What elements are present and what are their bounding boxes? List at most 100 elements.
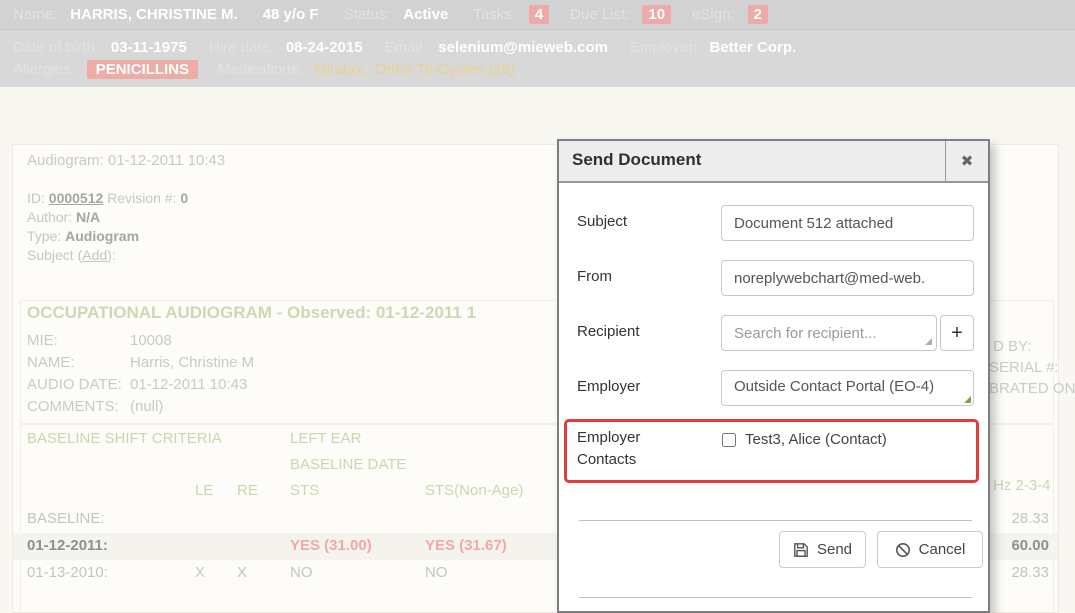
audio-date-label: AUDIO DATE: [27,376,122,393]
type-label: Type: [27,228,61,244]
table-row-label: BASELINE: [27,510,105,527]
sts-cell: YES (31.00) [290,537,372,554]
cancel-button[interactable]: Cancel [877,531,983,568]
allergies-medications-row: Allergies: PENICILLINS Medications: Mira… [13,60,1075,79]
document-subject-line: Subject (Add): [27,247,116,263]
re-cell: X [237,564,247,581]
right-column-heading: Hz 2-3-4 [993,477,1051,494]
document-type-line: Type: Audiogram [27,228,139,244]
employer-contact-checkbox[interactable] [722,433,736,447]
revision-value: 0 [180,190,188,206]
patient-age-sex: 48 y/o F [263,6,319,23]
medication-link[interactable]: Miralax, [314,61,367,78]
subject-input[interactable] [721,205,974,241]
dob-value: 03-11-1975 [111,39,187,56]
demographics-row: Date of birth: 03-11-1975 Hire date: 08-… [13,39,1075,56]
send-button-label: Send [817,541,852,558]
send-button[interactable]: Send [779,531,866,568]
medication-link[interactable]: Ortho Tri-Cyclen (28) [375,61,515,78]
author-label: Author: [27,209,72,225]
col-header-sts-non-age: STS(Non-Age) [425,482,523,499]
dob-label: Date of birth: [13,39,99,56]
type-value: Audiogram [65,228,139,244]
document-id-link[interactable]: 0000512 [49,190,104,206]
allergy-badge[interactable]: PENICILLINS [87,60,198,79]
subject-suffix: ): [107,247,116,263]
from-input[interactable] [721,260,974,296]
employer-contact-option-label: Test3, Alice (Contact) [745,431,887,448]
tasks-label: Tasks: [473,6,516,23]
table-row-right-value: 60.00 [985,537,1049,554]
close-icon: ✖ [961,152,974,170]
baseline-section-title: BASELINE SHIFT CRITERIA [27,430,222,447]
table-row-label: 01-12-2011: [27,537,108,554]
email-value: selenium@mieweb.com [438,39,608,56]
email-label: Email: [385,39,427,56]
comments-value: (null) [130,398,163,415]
medications-label: Medications: [218,61,302,78]
select-corner-icon [964,396,971,403]
sts-non-age-cell: NO [425,564,448,581]
employer-selected-value: Outside Contact Portal (EO-4) [734,378,934,395]
author-value: N/A [76,209,100,225]
mie-label: MIE: [27,332,58,349]
due-list-count-badge[interactable]: 10 [642,5,671,24]
status-value: Active [403,6,448,23]
tested-by-fragment: D BY: [993,338,1031,355]
esign-count-badge[interactable]: 2 [748,5,768,24]
esign-label: eSign: [692,6,735,23]
col-header-re: RE [237,482,258,499]
id-label: ID: [27,190,45,206]
send-document-modal: Send Document ✖ Subject From Recipient +… [557,139,990,613]
cancel-button-label: Cancel [919,541,966,558]
table-row-right-value: 28.33 [985,510,1049,527]
patient-banner-row2: Date of birth: 03-11-1975 Hire date: 08-… [0,29,1075,87]
sts-non-age-cell: YES (31.67) [425,537,507,554]
save-icon [793,542,809,558]
employer-value: Better Corp. [709,39,796,56]
subject-add-link[interactable]: Add [82,247,107,263]
modal-title: Send Document [572,150,701,170]
add-recipient-button[interactable]: + [940,315,974,351]
modal-header[interactable]: Send Document ✖ [559,141,988,183]
tasks-count-badge[interactable]: 4 [529,5,549,24]
serial-fragment: SERIAL #: [989,359,1058,376]
app-window: Name: HARRIS, CHRISTINE M. 48 y/o F Stat… [0,0,1075,613]
sts-cell: NO [290,564,313,581]
col-header-le: LE [195,482,213,499]
col-header-sts: STS [290,482,319,499]
status-label: Status: [344,6,391,23]
footer-divider [579,520,972,521]
recipient-search-input[interactable] [721,315,937,351]
table-row-label: 01-13-2010: [27,564,108,581]
hire-date-label: Hire date: [209,39,274,56]
comments-label: COMMENTS: [27,398,119,415]
patient-banner-row1: Name: HARRIS, CHRISTINE M. 48 y/o F Stat… [0,0,1075,29]
revision-label: Revision #: [107,190,176,206]
bottom-divider [579,597,972,598]
subject-field-label: Subject [577,213,627,230]
employer-contacts-label: Employer Contacts [577,427,667,471]
due-list-label: Due List: [570,6,629,23]
employer-select[interactable]: Outside Contact Portal (EO-4) [721,370,974,406]
patient-name: HARRIS, CHRISTINE M. [70,6,238,23]
ban-icon [895,542,911,558]
le-cell: X [195,564,205,581]
from-field-label: From [577,268,612,285]
close-button[interactable]: ✖ [945,141,988,181]
allergies-label: Allergies: [13,61,75,78]
name-row-value: Harris, Christine M [130,354,254,371]
report-title: OCCUPATIONAL AUDIOGRAM - Observed: 01-12… [27,303,476,323]
mie-value: 10008 [130,332,172,349]
document-id-line: ID: 0000512 Revision #: 0 [27,190,188,206]
employer-label: Employer: [630,39,698,56]
document-author-line: Author: N/A [27,209,100,225]
audio-date-value: 01-12-2011 10:43 [130,376,247,393]
left-ear-heading: LEFT EAR [290,430,361,447]
recipient-field-label: Recipient [577,323,640,340]
document-header: Audiogram: 01-12-2011 10:43 [27,152,225,169]
resize-handle-icon [925,338,932,345]
table-row-right-value: 28.33 [985,564,1049,581]
name-row-label: NAME: [27,354,75,371]
subject-prefix: Subject ( [27,247,82,263]
